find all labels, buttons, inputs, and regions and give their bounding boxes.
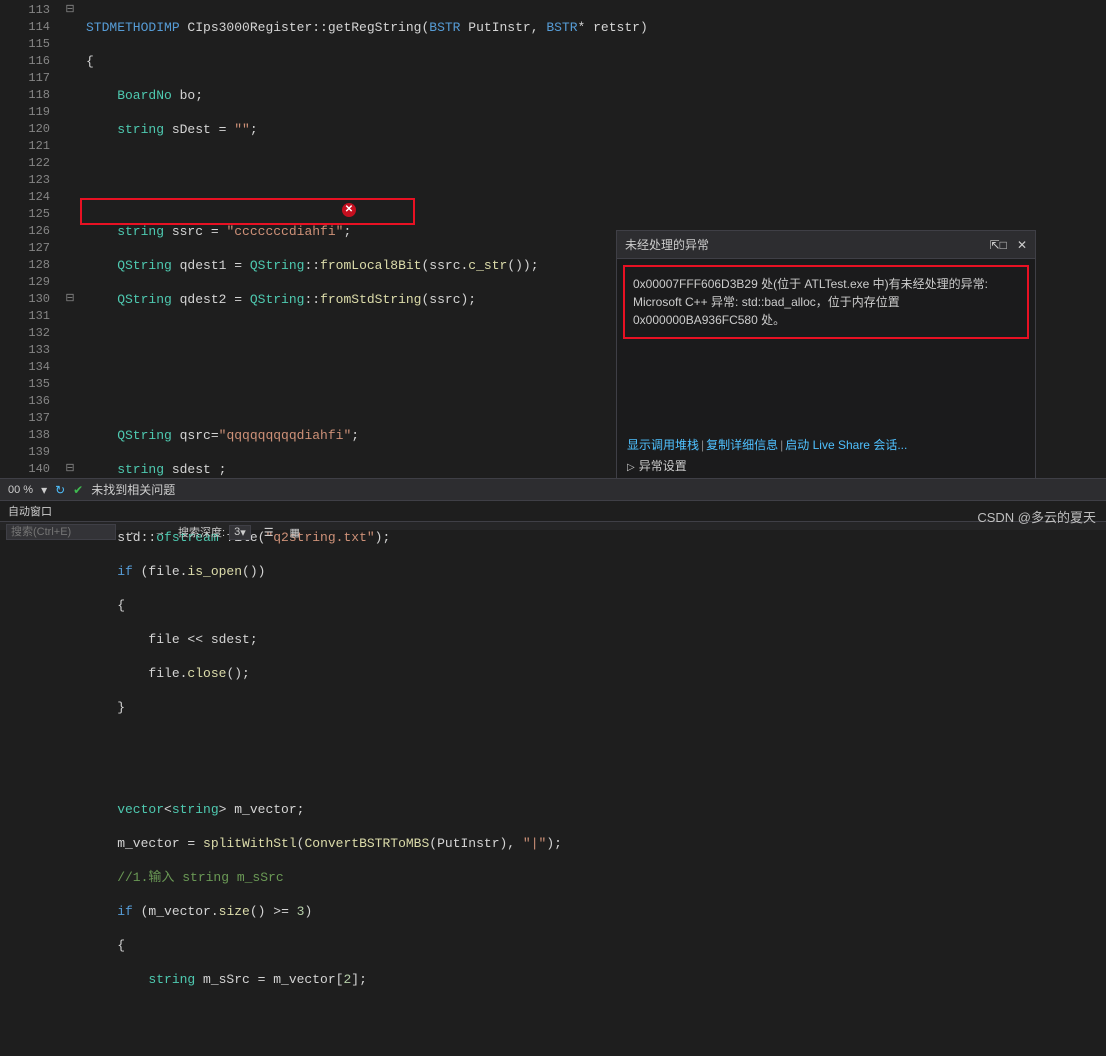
toolbar-icon[interactable]: ☰ <box>261 524 277 540</box>
no-issues-label[interactable]: 未找到相关问题 <box>91 481 175 498</box>
exception-links: 显示调用堆栈|复制详细信息|启动 Live Share 会话... <box>627 436 1025 453</box>
check-icon: ✔ <box>73 483 83 497</box>
copy-details-link[interactable]: 复制详细信息 <box>706 438 778 452</box>
search-next-icon[interactable]: → <box>152 524 168 540</box>
show-callstack-link[interactable]: 显示调用堆栈 <box>627 438 699 452</box>
exception-message: 0x00007FFF606D3B29 处(位于 ATLTest.exe 中)有未… <box>623 265 1029 339</box>
zoom-level[interactable]: 00 % <box>8 484 33 496</box>
exception-popup[interactable]: 未经处理的异常 ⇱□ ✕ 0x00007FFF606D3B29 处(位于 ATL… <box>616 230 1036 483</box>
panel-title[interactable]: 自动窗口 <box>0 501 1106 522</box>
exception-title: 未经处理的异常 <box>625 236 709 253</box>
exception-title-bar[interactable]: 未经处理的异常 ⇱□ ✕ <box>617 231 1035 259</box>
liveshare-link[interactable]: 启动 Live Share 会话... <box>785 438 907 452</box>
search-prev-icon[interactable]: ← <box>126 524 142 540</box>
autos-panel[interactable]: 自动窗口 ← → 搜索深度: 3 ▾ ☰ ▦ <box>0 500 1106 530</box>
exception-settings[interactable]: ▷异常设置 <box>627 457 1025 474</box>
toolbar-icon[interactable]: ▦ <box>287 524 303 540</box>
zoom-dropdown-icon[interactable]: ▾ <box>41 483 47 497</box>
close-icon[interactable]: ✕ <box>1017 238 1027 252</box>
folding-column[interactable]: ⊟⊟⊟ <box>60 0 80 480</box>
pin-icon[interactable]: ⇱□ <box>990 238 1007 252</box>
error-icon[interactable]: ✕ <box>342 203 356 217</box>
search-depth-dropdown[interactable]: 3 ▾ <box>229 525 251 540</box>
search-input[interactable] <box>6 524 116 540</box>
line-number-gutter: 113 114 115 116 117 118 119 120 121 122 … <box>0 0 60 480</box>
status-bar: 00 % ▾ ↻ ✔ 未找到相关问题 <box>0 478 1106 500</box>
watermark: CSDN @多云的夏天 <box>977 507 1096 526</box>
refresh-icon[interactable]: ↻ <box>55 483 65 497</box>
search-depth-label: 搜索深度: <box>178 524 225 540</box>
